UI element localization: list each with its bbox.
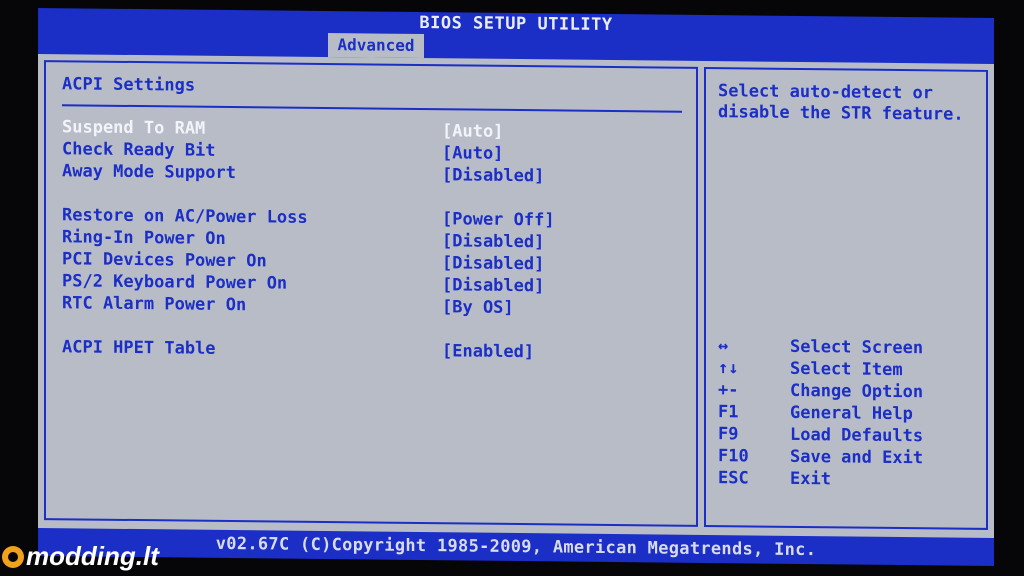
key-row-general-help: F1 General Help bbox=[718, 401, 980, 426]
watermark-text: modding.lt bbox=[26, 541, 159, 571]
help-panel: Select auto-detect or disable the STR fe… bbox=[704, 66, 988, 530]
key-legend: ↔ Select Screen ↑↓ Select Item +- Change… bbox=[718, 335, 980, 492]
setting-label: Check Ready Bit bbox=[62, 139, 216, 161]
key-label: F10 bbox=[718, 446, 749, 467]
monitor-screen: BIOS SETUP UTILITY Advanced ACPI Setting… bbox=[0, 0, 1024, 576]
setting-label: PS/2 Keyboard Power On bbox=[62, 271, 288, 294]
key-action: Select Screen bbox=[790, 336, 924, 359]
setting-value[interactable]: [Enabled] bbox=[442, 340, 534, 363]
key-action: Save and Exit bbox=[790, 446, 924, 469]
setting-label: PCI Devices Power On bbox=[62, 249, 267, 272]
key-row-load-defaults: F9 Load Defaults bbox=[718, 423, 980, 448]
setting-value[interactable]: [Disabled] bbox=[442, 230, 544, 253]
setting-label: Ring-In Power On bbox=[62, 227, 226, 249]
left-right-arrow-icon: ↔ bbox=[718, 336, 729, 357]
setting-value[interactable]: [Auto] bbox=[442, 142, 503, 165]
setting-acpi-hpet-table[interactable]: ACPI HPET Table [Enabled] bbox=[62, 336, 682, 364]
key-label: ESC bbox=[718, 468, 749, 489]
setting-label: Restore on AC/Power Loss bbox=[62, 205, 308, 228]
section-divider bbox=[62, 104, 682, 113]
setting-value[interactable]: [Auto] bbox=[442, 120, 503, 143]
setting-value[interactable]: [Disabled] bbox=[442, 164, 544, 187]
key-row-save-and-exit: F10 Save and Exit bbox=[718, 445, 980, 470]
setting-label: Suspend To RAM bbox=[62, 117, 206, 139]
key-action: Select Item bbox=[790, 358, 903, 381]
bios-window: BIOS SETUP UTILITY Advanced ACPI Setting… bbox=[38, 8, 994, 567]
key-label: F1 bbox=[718, 402, 739, 423]
key-action: General Help bbox=[790, 402, 913, 425]
setting-value[interactable]: [Disabled] bbox=[442, 274, 544, 297]
setting-value[interactable]: [By OS] bbox=[442, 296, 514, 319]
main-area: ACPI Settings Suspend To RAM [Auto] Chec… bbox=[38, 54, 994, 539]
key-label: F9 bbox=[718, 424, 739, 445]
logo-icon bbox=[2, 546, 24, 568]
setting-value[interactable]: [Disabled] bbox=[442, 252, 544, 275]
key-action: Change Option bbox=[790, 380, 924, 403]
setting-label: RTC Alarm Power On bbox=[62, 293, 247, 316]
key-row-change-option: +- Change Option bbox=[718, 379, 980, 404]
tab-advanced[interactable]: Advanced bbox=[328, 33, 424, 59]
settings-panel: ACPI Settings Suspend To RAM [Auto] Chec… bbox=[44, 60, 698, 527]
up-down-arrow-icon: ↑↓ bbox=[718, 358, 739, 379]
plus-minus-icon: +- bbox=[718, 380, 739, 401]
setting-label: ACPI HPET Table bbox=[62, 337, 216, 359]
key-action: Exit bbox=[790, 468, 831, 490]
key-action: Load Defaults bbox=[790, 424, 924, 447]
section-title: ACPI Settings bbox=[62, 74, 196, 96]
watermark-logo: modding.lt bbox=[2, 540, 159, 572]
help-text: Select auto-detect or disable the STR fe… bbox=[718, 81, 964, 125]
setting-value[interactable]: [Power Off] bbox=[442, 208, 555, 231]
key-row-exit: ESC Exit bbox=[718, 467, 980, 492]
setting-label: Away Mode Support bbox=[62, 161, 236, 184]
key-row-select-item: ↑↓ Select Item bbox=[718, 357, 980, 382]
key-row-select-screen: ↔ Select Screen bbox=[718, 335, 980, 360]
